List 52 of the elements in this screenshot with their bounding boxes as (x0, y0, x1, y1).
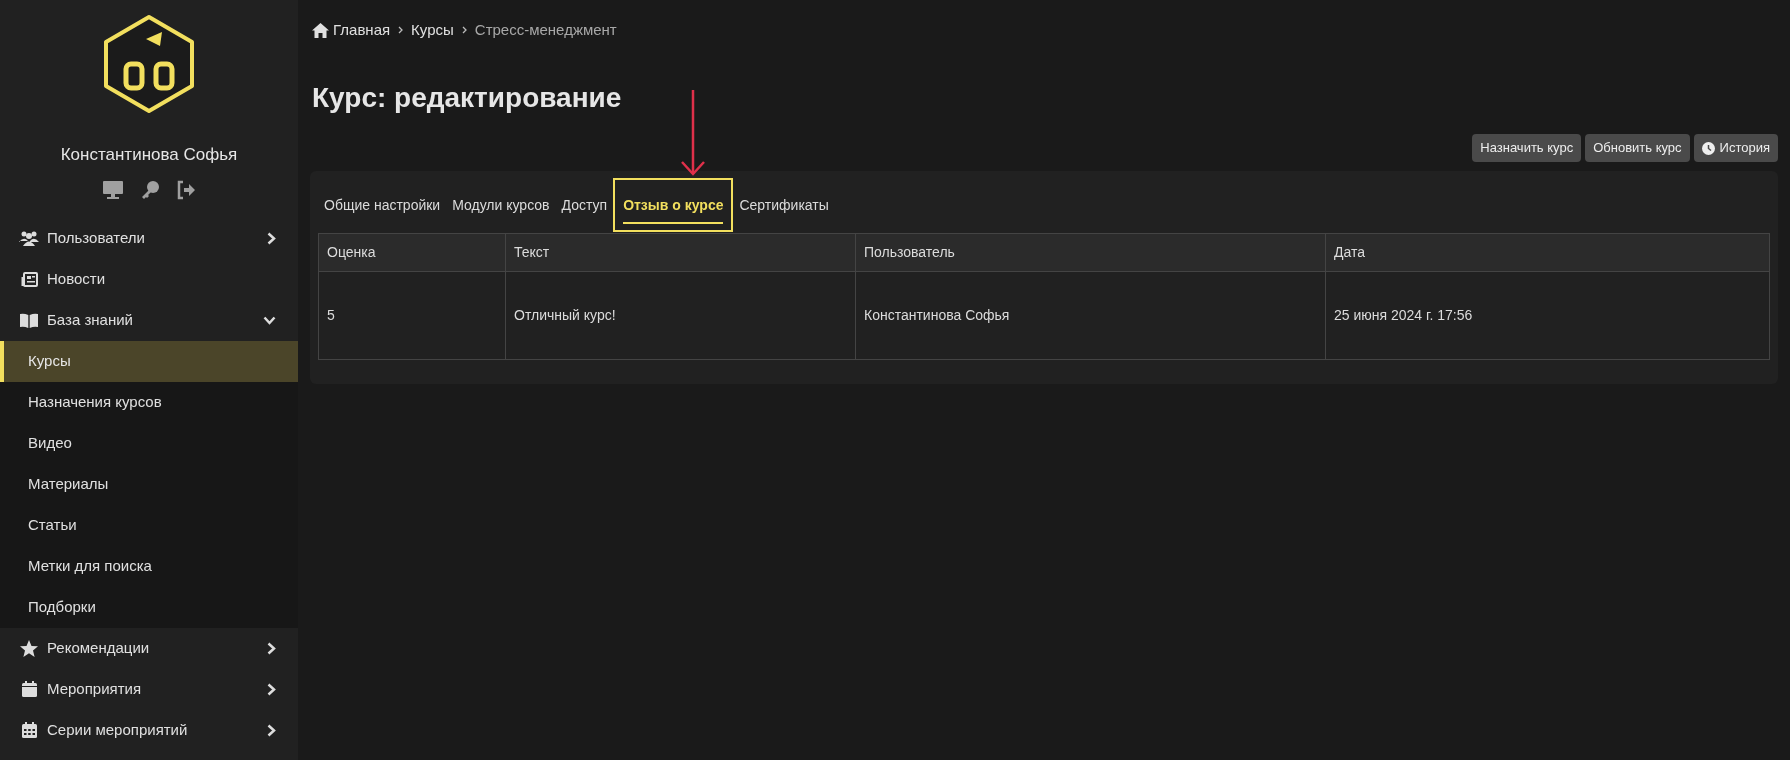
logout-icon[interactable] (176, 179, 196, 200)
tab[interactable]: Общие настройки (318, 178, 447, 232)
column-header: Оценка (318, 233, 506, 272)
table-cell: Отличный курс! (505, 271, 856, 360)
breadcrumb-current: Стресс-менеджмент (474, 19, 617, 40)
sidebar-subitem[interactable]: Курсы (0, 340, 298, 382)
sidebar-subitem[interactable]: Материалы (0, 463, 298, 505)
column-header: Пользователь (855, 233, 1326, 272)
separator-icon (398, 26, 404, 34)
column-header: Текст (505, 233, 856, 272)
action-button[interactable]: Назначить курс (1472, 134, 1582, 162)
action-button[interactable]: Обновить курс (1585, 134, 1690, 162)
clock-icon (1701, 141, 1715, 155)
sidebar-item[interactable]: Новости (0, 258, 298, 300)
separator-icon (461, 26, 467, 34)
book-icon (20, 312, 38, 328)
column-header: Дата (1325, 233, 1770, 272)
chevron-right-icon (267, 641, 276, 655)
chevron-right-icon (267, 682, 276, 696)
table-cell: 5 (318, 271, 506, 360)
breadcrumb-link[interactable]: Главная (333, 18, 391, 42)
sidebar-item[interactable]: Рекомендации (0, 627, 298, 669)
tab[interactable]: Сертификаты (733, 178, 835, 232)
monitor-icon[interactable] (102, 179, 124, 200)
chevron-right-icon (267, 231, 276, 245)
users-icon (19, 230, 39, 246)
tab[interactable]: Отзыв о курсе (613, 178, 734, 232)
sidebar-item[interactable]: База знаний (0, 299, 298, 341)
sidebar-subitem[interactable]: Статьи (0, 504, 298, 546)
sidebar-item[interactable]: Серии мероприятий (0, 709, 298, 751)
history-button[interactable]: История (1693, 134, 1778, 162)
calendar-grid-icon (21, 722, 37, 738)
chevron-down-icon (263, 315, 276, 325)
sidebar-subitem[interactable]: Назначения курсов (0, 381, 298, 423)
sidebar-item[interactable]: Пользователи (0, 217, 298, 259)
breadcrumb-link[interactable]: Курсы (411, 18, 454, 42)
page-title: Курс: редактирование (312, 81, 623, 115)
table-cell: Константинова Софья (855, 271, 1326, 360)
calendar-icon (21, 681, 37, 697)
sidebar-subitem[interactable]: Метки для поиска (0, 545, 298, 587)
tab[interactable]: Модули курсов (446, 178, 556, 232)
newspaper-icon (20, 271, 38, 287)
sidebar-subitem[interactable]: Подборки (0, 586, 298, 628)
sidebar-subitem[interactable]: Видео (0, 422, 298, 464)
star-icon (20, 639, 38, 657)
chevron-right-icon (267, 723, 276, 737)
table-cell: 25 июня 2024 г. 17:56 (1325, 271, 1770, 360)
tab[interactable]: Доступ (555, 178, 614, 232)
home-icon (312, 22, 329, 38)
key-icon[interactable] (140, 179, 160, 200)
sidebar-item[interactable]: Мероприятия (0, 668, 298, 710)
user-name: Константинова Софья (59, 144, 239, 166)
